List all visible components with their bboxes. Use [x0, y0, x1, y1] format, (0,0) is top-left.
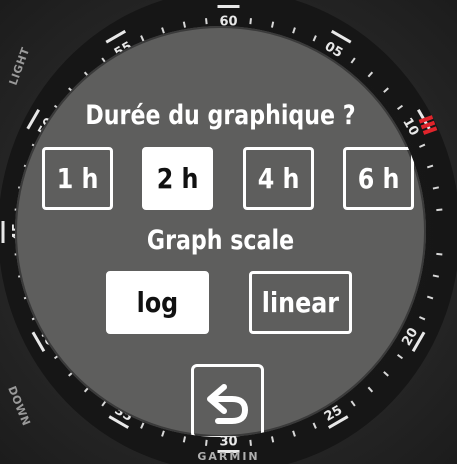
bezel-tick [270, 436, 275, 443]
bezel-tick [436, 208, 443, 212]
scale-log-label: log [136, 286, 179, 319]
back-button[interactable] [191, 364, 264, 437]
bezel-tick [312, 35, 317, 42]
bezel-tick [249, 439, 252, 446]
bezel-tick [426, 295, 434, 300]
scale-log-button[interactable]: log [106, 271, 209, 334]
duration-1h-label: 1 h [56, 162, 99, 195]
scale-linear-label: linear [261, 286, 340, 319]
scale-linear-button[interactable]: linear [249, 271, 352, 334]
scale-title: Graph scale [146, 225, 295, 256]
svg-text:10: 10 [399, 115, 421, 138]
duration-4h-label: 4 h [257, 162, 300, 195]
duration-6h-label: 6 h [357, 162, 400, 195]
bezel-tick [436, 252, 443, 256]
bezel-tick [432, 274, 440, 278]
duration-1h-button[interactable]: 1 h [42, 147, 113, 210]
bezel-tick [367, 386, 374, 393]
bezel-tick [205, 439, 208, 446]
duration-4h-button[interactable]: 4 h [243, 147, 314, 210]
bezel-tick [292, 27, 296, 34]
bezel-tick [292, 430, 296, 437]
back-arrow-icon [207, 384, 248, 424]
bezel-tick [396, 104, 404, 110]
bezel-tick [182, 436, 187, 443]
bezel-tick [350, 400, 356, 407]
bezel-tick [270, 21, 275, 28]
bezel-tick [312, 422, 317, 429]
bezel-number: 20 [399, 325, 426, 353]
duration-2h-button[interactable]: 2 h [142, 147, 213, 210]
bezel-tick [383, 87, 389, 93]
watch-screen: Durée du graphique ? 1 h 2 h 4 h 6 h Gra… [15, 26, 426, 437]
duration-6h-button[interactable]: 6 h [343, 147, 414, 210]
brand-logo: GARMIN [197, 450, 260, 463]
bezel-tick [249, 18, 252, 25]
bezel-tick [350, 57, 356, 64]
bezel-tick [140, 422, 145, 429]
duration-2h-label: 2 h [156, 162, 199, 195]
bezel-tick [396, 354, 404, 360]
bezel-tick [205, 18, 208, 25]
light-button-label: LIGHT [7, 46, 33, 87]
duration-title: Durée du graphique ? [85, 100, 356, 131]
bezel-tick [419, 316, 426, 321]
bezel-tick [419, 143, 426, 148]
bezel-tick [426, 164, 434, 169]
bezel-tick [432, 186, 440, 190]
bezel-tick [383, 371, 389, 377]
down-button-label: DOWN [5, 384, 33, 428]
bezel-tick [367, 71, 374, 78]
bezel-tick [161, 430, 165, 437]
bezel-tick [182, 21, 187, 28]
bezel-tick [161, 27, 165, 34]
